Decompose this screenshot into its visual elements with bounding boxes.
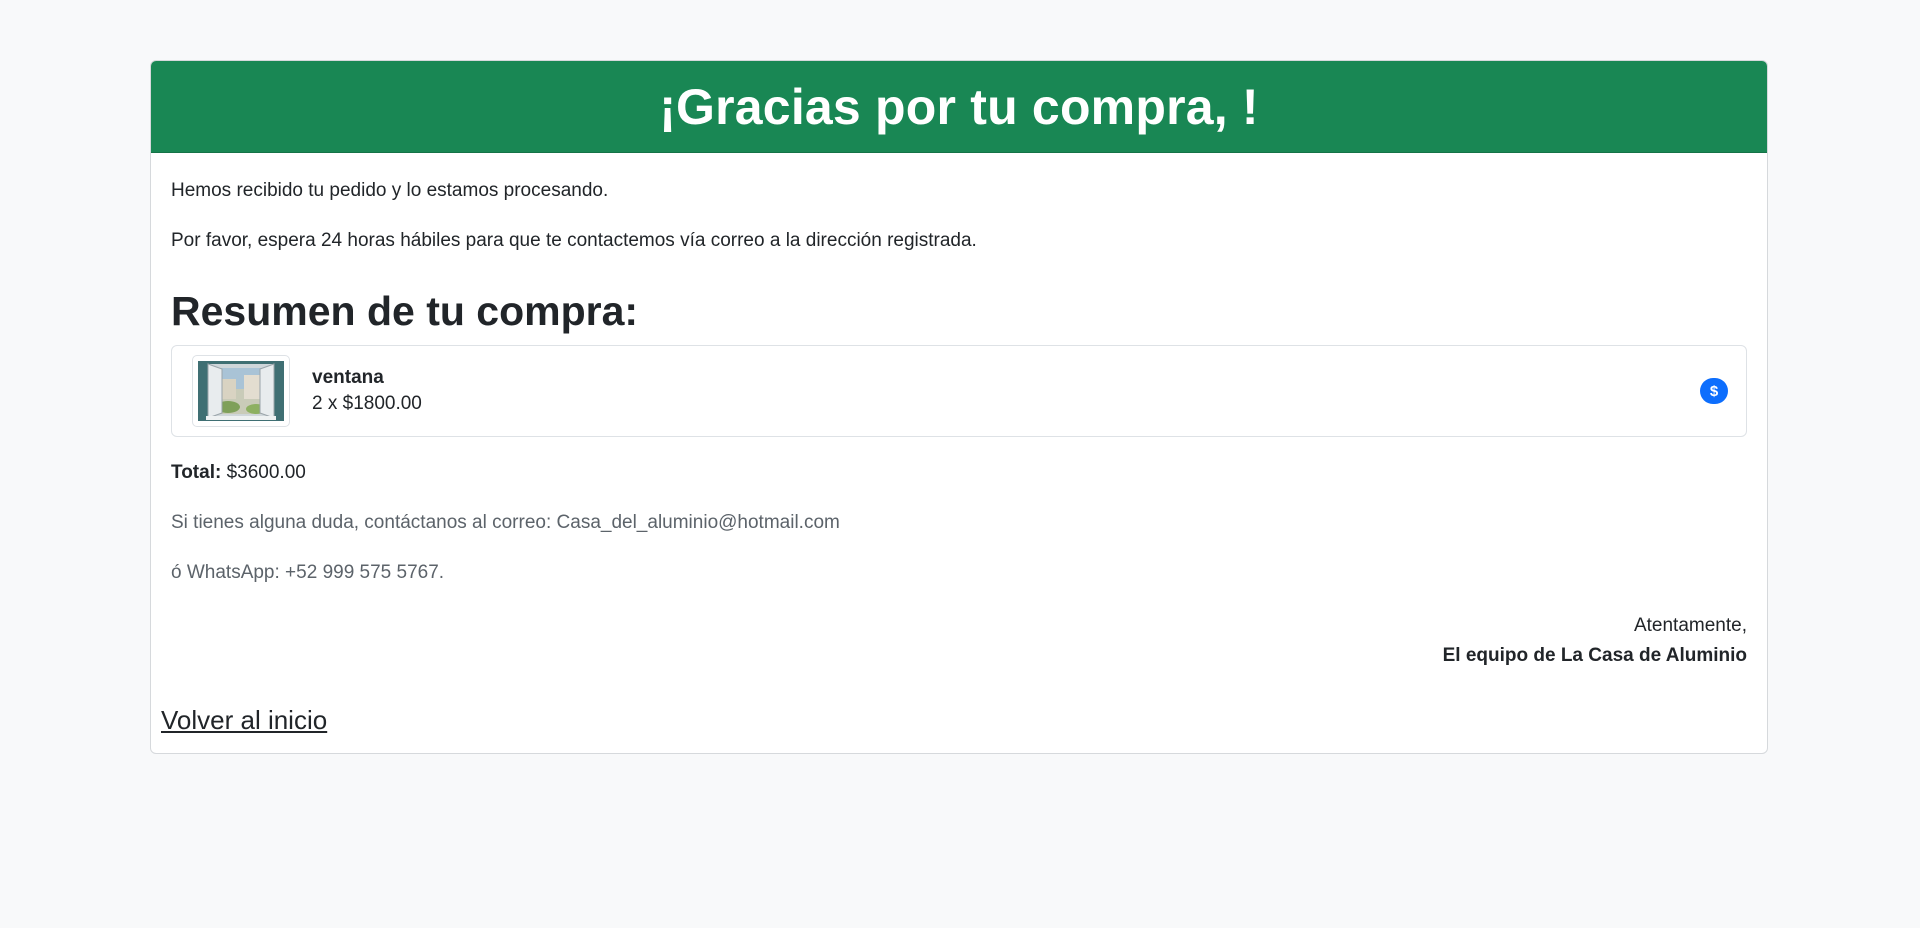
contact-email-line: Si tienes alguna duda, contáctanos al co… [171,512,840,533]
contact-whatsapp-line: ó WhatsApp: +52 999 575 5767. [171,562,445,583]
item-quantity-price: 2 x $1800.00 [312,393,422,414]
card-body: Hemos recibido tu pedido y lo estamos pr… [151,153,1767,753]
page-title: ¡Gracias por tu compra, ! [659,78,1259,135]
summary-title: Resumen de tu compra: [171,288,639,334]
list-item: ventana 2 x $1800.00 $ [171,345,1747,437]
order-received-message: Hemos recibido tu pedido y lo estamos pr… [171,180,609,201]
wait-message: Por favor, espera 24 horas hábiles para … [171,230,977,251]
total-value: $3600.00 [226,462,306,483]
price-badge: $ [1700,378,1728,404]
total-label: Total: [171,462,222,483]
item-name: ventana [312,367,384,388]
item-info: ventana 2 x $1800.00 [312,365,1700,417]
window-product-image [192,355,290,427]
signoff-closing: Atentamente, [1633,615,1747,636]
card-header: ¡Gracias por tu compra, ! [151,61,1767,153]
signoff: Atentamente, El equipo de La Casa de Alu… [171,611,1747,671]
signoff-team: El equipo de La Casa de Aluminio [1442,645,1747,666]
total-line: Total: $3600.00 [171,461,1747,485]
back-to-home-link[interactable]: Volver al inicio [161,705,327,735]
order-confirmation-card: ¡Gracias por tu compra, ! Hemos recibido… [150,60,1768,754]
window-icon [198,361,284,421]
